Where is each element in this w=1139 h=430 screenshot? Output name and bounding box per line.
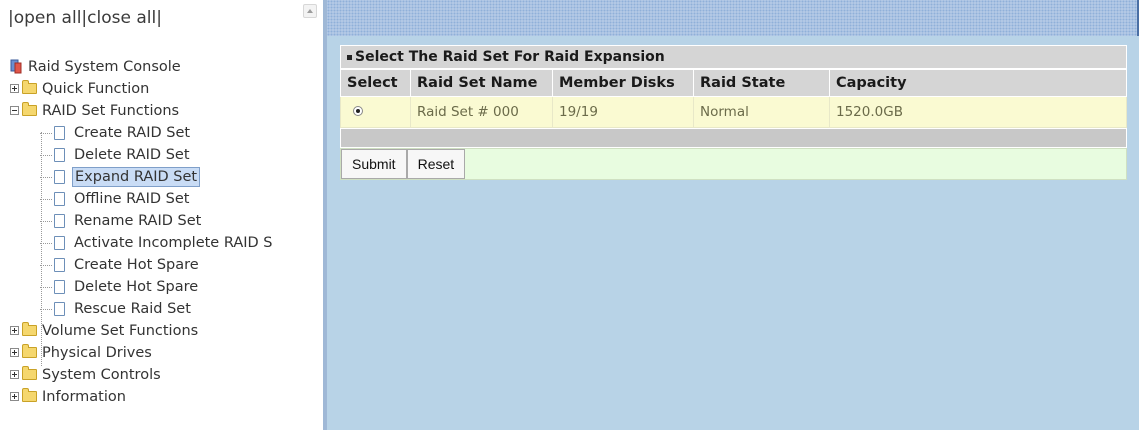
main-content: Select The Raid Set For Raid Expansion S… xyxy=(327,0,1139,430)
reset-button[interactable]: Reset xyxy=(406,149,466,179)
tree-connector xyxy=(40,177,52,178)
tree-item-label: Create Hot Spare xyxy=(74,257,199,273)
tree-folder-label: Physical Drives xyxy=(42,345,152,361)
page-icon xyxy=(54,170,65,184)
tree-connector xyxy=(40,243,52,244)
tree-connector xyxy=(40,221,52,222)
expand-icon[interactable] xyxy=(10,326,19,335)
folder-icon xyxy=(22,322,37,336)
member-disks-cell: 19/19 xyxy=(552,96,694,128)
tree-connector xyxy=(40,309,52,310)
tree-connector xyxy=(40,155,52,156)
page-icon xyxy=(54,214,65,228)
main-header-bar xyxy=(327,0,1139,36)
form-actions: Submit Reset xyxy=(340,148,1127,180)
tree-folder-label: Information xyxy=(42,389,126,405)
tree-item-label: Rename RAID Set xyxy=(74,213,202,229)
select-cell xyxy=(340,96,411,128)
section-header: Select The Raid Set For Raid Expansion xyxy=(340,45,1127,69)
column-header: Capacity xyxy=(829,69,1127,97)
tree-item-label: Expand RAID Set xyxy=(72,167,201,187)
column-header: Member Disks xyxy=(552,69,694,97)
tree-folder-label: System Controls xyxy=(42,367,161,383)
page-icon xyxy=(54,280,65,294)
tree-controls: |open all |close all| xyxy=(0,0,323,36)
capacity-cell: 1520.0GB xyxy=(829,96,1127,128)
page-icon xyxy=(54,258,65,272)
folder-icon xyxy=(22,366,37,380)
tree-item-label: Delete RAID Set xyxy=(74,147,190,163)
raid-set-radio[interactable] xyxy=(353,106,363,116)
open-all-link[interactable]: |open all xyxy=(8,8,81,28)
column-header: Select xyxy=(340,69,411,97)
column-header: Raid Set Name xyxy=(410,69,553,97)
table-header-row: Select Raid Set Name Member Disks Raid S… xyxy=(340,69,1127,97)
tree-connector xyxy=(40,199,52,200)
expand-icon[interactable] xyxy=(10,348,19,357)
raid-set-table: Select Raid Set Name Member Disks Raid S… xyxy=(340,69,1127,128)
folder-icon xyxy=(22,388,37,402)
tree-item-label: Rescue Raid Set xyxy=(74,301,191,317)
tree-connector xyxy=(40,287,52,288)
section-title: Select The Raid Set For Raid Expansion xyxy=(355,49,665,65)
submit-button[interactable]: Submit xyxy=(341,149,407,179)
tree-item-label: Delete Hot Spare xyxy=(74,279,199,295)
table-row[interactable]: Raid Set # 000 19/19 Normal 1520.0GB xyxy=(340,96,1127,128)
sidebar-navigation: |open all |close all| Raid System Console… xyxy=(0,0,327,430)
tree-folder-label: RAID Set Functions xyxy=(42,103,180,119)
raid-expansion-panel: Select The Raid Set For Raid Expansion S… xyxy=(340,45,1127,180)
table-footer-bar xyxy=(340,128,1127,148)
raid-set-name-cell: Raid Set # 000 xyxy=(410,96,553,128)
expand-icon[interactable] xyxy=(10,392,19,401)
page-icon xyxy=(54,302,65,316)
folder-open-icon xyxy=(22,102,37,116)
collapse-icon[interactable] xyxy=(10,106,19,115)
expand-icon[interactable] xyxy=(10,370,19,379)
tree-item-label: Activate Incomplete RAID S xyxy=(74,235,273,251)
tree-item-label: Create RAID Set xyxy=(74,125,191,141)
tree-connector xyxy=(40,265,52,266)
tree-root-label: Raid System Console xyxy=(28,59,181,75)
column-header: Raid State xyxy=(693,69,830,97)
expand-icon[interactable] xyxy=(10,84,19,93)
folder-icon xyxy=(22,344,37,358)
page-icon xyxy=(54,236,65,250)
bullet-icon xyxy=(347,54,352,60)
scroll-up-icon[interactable] xyxy=(303,4,317,18)
close-all-link[interactable]: |close all| xyxy=(81,8,162,28)
raid-state-cell: Normal xyxy=(693,96,830,128)
tree-item-label: Offline RAID Set xyxy=(74,191,190,207)
folder-icon xyxy=(22,80,37,94)
raid-console-icon xyxy=(10,59,22,74)
page-icon xyxy=(54,192,65,206)
page-icon xyxy=(54,126,65,140)
tree-connector xyxy=(40,133,52,134)
tree-folder-label: Quick Function xyxy=(42,81,150,97)
tree-folder-label: Volume Set Functions xyxy=(42,323,199,339)
page-icon xyxy=(54,148,65,162)
